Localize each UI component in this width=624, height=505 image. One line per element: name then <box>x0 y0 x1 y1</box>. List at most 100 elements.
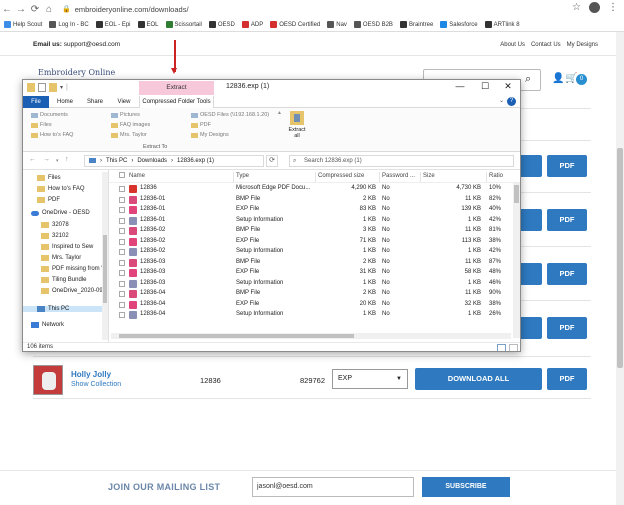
row-checkbox[interactable] <box>119 217 125 224</box>
show-collection-link[interactable]: Show Collection <box>71 381 121 388</box>
extract-all-button[interactable]: Extract all <box>286 111 308 139</box>
chevron-down-icon[interactable]: ▾ <box>56 158 59 164</box>
row-checkbox[interactable] <box>119 228 125 234</box>
extract-destination[interactable]: Mrs. Taylor <box>111 132 147 138</box>
details-view-icon[interactable] <box>497 344 506 351</box>
refresh-icon[interactable]: ⟳ <box>266 155 278 167</box>
extract-destination[interactable]: Files <box>31 122 52 128</box>
bookmark-item[interactable]: OESD Certified <box>270 21 320 28</box>
file-list-scrollbar-thumb[interactable] <box>514 185 519 203</box>
large-icons-view-icon[interactable] <box>509 344 518 351</box>
nav-item[interactable]: How to's FAQ <box>37 186 85 192</box>
file-row[interactable]: 12836 Microsoft Edge PDF Docu... 4,290 KB N… <box>109 184 513 195</box>
bookmark-item[interactable]: ARTlink 8 <box>484 21 520 28</box>
user-icon[interactable]: 👤 <box>552 73 564 84</box>
breadcrumb[interactable]: › This PC › Downloads › 12836.exp (1) <box>84 155 264 167</box>
mailing-email-input[interactable]: jasonl@oesd.com <box>252 477 414 497</box>
folder-search-input[interactable]: ⌕ Search 12836.exp (1) <box>289 155 514 167</box>
row-checkbox[interactable] <box>119 196 125 203</box>
file-row[interactable]: 12836-03 Setup Information 1 KB No 1 KB 46% <box>109 279 513 290</box>
bookmark-item[interactable]: Braintree <box>399 21 433 28</box>
home-icon[interactable]: ⌂ <box>42 4 56 15</box>
row-checkbox[interactable] <box>119 312 125 318</box>
pdf-button[interactable]: PDF <box>547 209 587 231</box>
page-scrollbar-thumb[interactable] <box>617 148 623 368</box>
column-password[interactable]: Password ... <box>382 173 415 179</box>
format-select[interactable]: EXP ▼ <box>332 369 408 389</box>
column-size[interactable]: Size <box>423 173 435 179</box>
nav-pane-scrollbar-thumb[interactable] <box>103 235 107 303</box>
up-icon[interactable]: ↑ <box>65 156 69 163</box>
nav-item[interactable]: 32102 <box>41 233 69 239</box>
nav-item[interactable]: PDF <box>37 197 60 203</box>
chevron-down-icon[interactable]: ▾ <box>60 84 63 91</box>
contact-link[interactable]: Contact Us <box>531 42 561 48</box>
my-designs-link[interactable]: My Designs <box>567 42 598 48</box>
horizontal-scrollbar-thumb[interactable] <box>119 334 354 338</box>
holly-jolly-thumbnail[interactable] <box>33 365 63 395</box>
bookmark-item[interactable]: Scissortail <box>165 21 202 28</box>
nav-item[interactable]: Tiling Bundle <box>41 277 86 283</box>
pdf-button[interactable]: PDF <box>547 317 587 339</box>
file-row[interactable]: 12836-04 Setup Information 1 KB No 1 KB 26% <box>109 310 513 321</box>
forward-icon[interactable]: → <box>43 156 50 163</box>
nav-item[interactable]: Network <box>31 322 64 328</box>
new-folder-icon[interactable] <box>49 83 57 92</box>
extract-destination[interactable]: PDF <box>191 122 211 128</box>
menu-icon[interactable]: ⋮ <box>608 2 618 13</box>
extract-destination[interactable]: OESD Files (\\192.168.1.20) <box>191 112 269 118</box>
bookmark-item[interactable]: Salesforce <box>440 21 478 28</box>
search-icon[interactable]: ⌕ <box>525 73 531 86</box>
column-name[interactable]: Name <box>129 173 145 179</box>
reload-icon[interactable]: ⟳ <box>28 4 42 15</box>
file-row[interactable]: 12836-02 EXP File 71 KB No 113 KB 38% <box>109 237 513 248</box>
breadcrumb-item[interactable]: This PC <box>106 156 127 166</box>
row-checkbox[interactable] <box>119 291 125 297</box>
row-checkbox[interactable] <box>119 238 125 245</box>
back-icon[interactable]: ← <box>0 4 14 15</box>
bookmark-item[interactable]: EOL - Epi <box>95 21 131 28</box>
email-link[interactable]: support@oesd.com <box>64 41 120 48</box>
select-all-checkbox[interactable] <box>119 172 125 178</box>
file-row[interactable]: 12836-03 BMP File 2 KB No 11 KB 87% <box>109 258 513 269</box>
row-checkbox[interactable] <box>119 259 125 266</box>
file-row[interactable]: 12836-02 BMP File 3 KB No 11 KB 81% <box>109 226 513 237</box>
extract-destination[interactable]: How to's FAQ <box>31 132 73 138</box>
bookmark-item[interactable]: OESD <box>208 21 235 28</box>
breadcrumb-item[interactable]: Downloads <box>137 156 167 166</box>
nav-item[interactable]: OneDrive - OESD <box>31 210 90 216</box>
extract-destination[interactable]: Pictures <box>111 112 140 118</box>
nav-item[interactable]: Inspired to Sew <box>41 244 93 250</box>
star-icon[interactable]: ☆ <box>572 2 581 13</box>
bookmark-item[interactable]: Nav <box>327 21 347 28</box>
download-all-button[interactable]: DOWNLOAD ALL <box>415 368 542 390</box>
close-icon[interactable]: ✕ <box>495 81 520 92</box>
nav-item[interactable]: Files <box>37 175 61 181</box>
properties-icon[interactable] <box>38 83 46 92</box>
file-row[interactable]: 12836-02 Setup Information 1 KB No 1 KB 42% <box>109 247 513 258</box>
bookmark-item[interactable]: EOL <box>137 21 159 28</box>
bookmark-item[interactable]: Log In - BC <box>49 21 89 28</box>
row-checkbox[interactable] <box>119 280 125 287</box>
row-checkbox[interactable] <box>119 270 125 276</box>
profile-avatar[interactable] <box>589 2 600 13</box>
site-logo[interactable]: Embroidery Online <box>38 68 115 77</box>
column-type[interactable]: Type <box>236 173 249 179</box>
tab-home[interactable]: Home <box>53 96 77 108</box>
file-list-scrollbar[interactable] <box>513 183 520 338</box>
about-link[interactable]: About Us <box>500 42 525 48</box>
holly-jolly-title[interactable]: Holly Jolly <box>71 370 111 379</box>
file-row[interactable]: 12836-04 EXP File 20 KB No 32 KB 38% <box>109 300 513 311</box>
tab-view[interactable]: View <box>112 96 136 108</box>
chevron-down-icon[interactable]: ⌄ <box>499 97 504 104</box>
column-compressed-size[interactable]: Compressed size <box>318 173 364 179</box>
breadcrumb-item[interactable]: 12836.exp (1) <box>177 156 214 166</box>
extract-destination[interactable]: Documents <box>31 112 68 118</box>
file-row[interactable]: 12836-04 BMP File 2 KB No 11 KB 90% <box>109 289 513 300</box>
bookmark-item[interactable]: ADP <box>241 21 263 28</box>
tab-compressed-folder-tools[interactable]: Compressed Folder Tools <box>139 96 214 108</box>
extract-destination[interactable]: My Designs <box>191 132 229 138</box>
row-checkbox[interactable] <box>119 207 125 213</box>
nav-item[interactable]: OneDrive_2020-09-2 <box>41 288 108 294</box>
column-ratio[interactable]: Ratio <box>489 173 503 179</box>
